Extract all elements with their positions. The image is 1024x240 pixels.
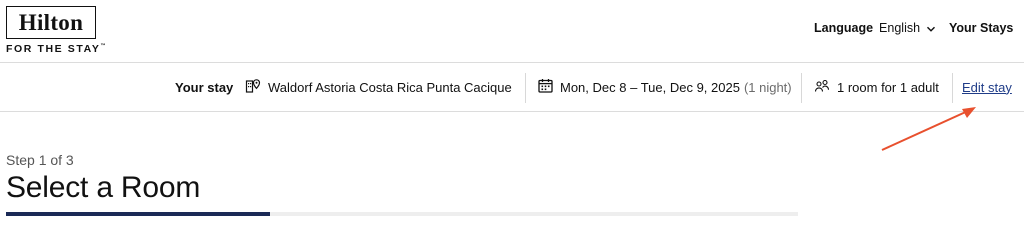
annotation-arrow [881,107,976,151]
stay-dates: Mon, Dec 8 – Tue, Dec 9, 2025 [560,79,740,95]
dates-summary: Mon, Dec 8 – Tue, Dec 9, 2025 (1 night) [538,63,792,111]
chevron-down-icon [926,23,936,33]
logo-wordmark: Hilton [18,10,84,35]
summary-separator [801,73,802,103]
hotel-name: Waldorf Astoria Costa Rica Punta Cacique [268,79,512,95]
your-stay-label: Your stay [175,79,234,95]
guests-icon [814,79,830,96]
language-selector[interactable]: Language English [814,20,936,36]
your-stays-link[interactable]: Your Stays [949,20,1013,36]
page-title: Select a Room [6,171,201,204]
hotel-summary: Waldorf Astoria Costa Rica Punta Cacique [245,63,512,111]
occupancy-text: 1 room for 1 adult [837,79,939,95]
step-indicator: Step 1 of 3 [6,152,74,168]
logo-tagline-text: FOR THE STAY [6,43,101,55]
hotel-location-icon [245,78,261,97]
progress-bar [6,212,798,216]
stay-nights: (1 night) [743,79,792,95]
trademark-mark: ™ [100,43,106,49]
logo-tagline: FOR THE STAY™ [6,43,105,55]
summary-separator [525,73,526,103]
calendar-icon [538,78,553,96]
edit-stay-link[interactable]: Edit stay [962,80,1012,95]
progress-fill [6,212,270,216]
language-value: English [879,21,921,35]
language-label: Language [814,21,874,35]
logo-box: Hilton [6,6,96,39]
